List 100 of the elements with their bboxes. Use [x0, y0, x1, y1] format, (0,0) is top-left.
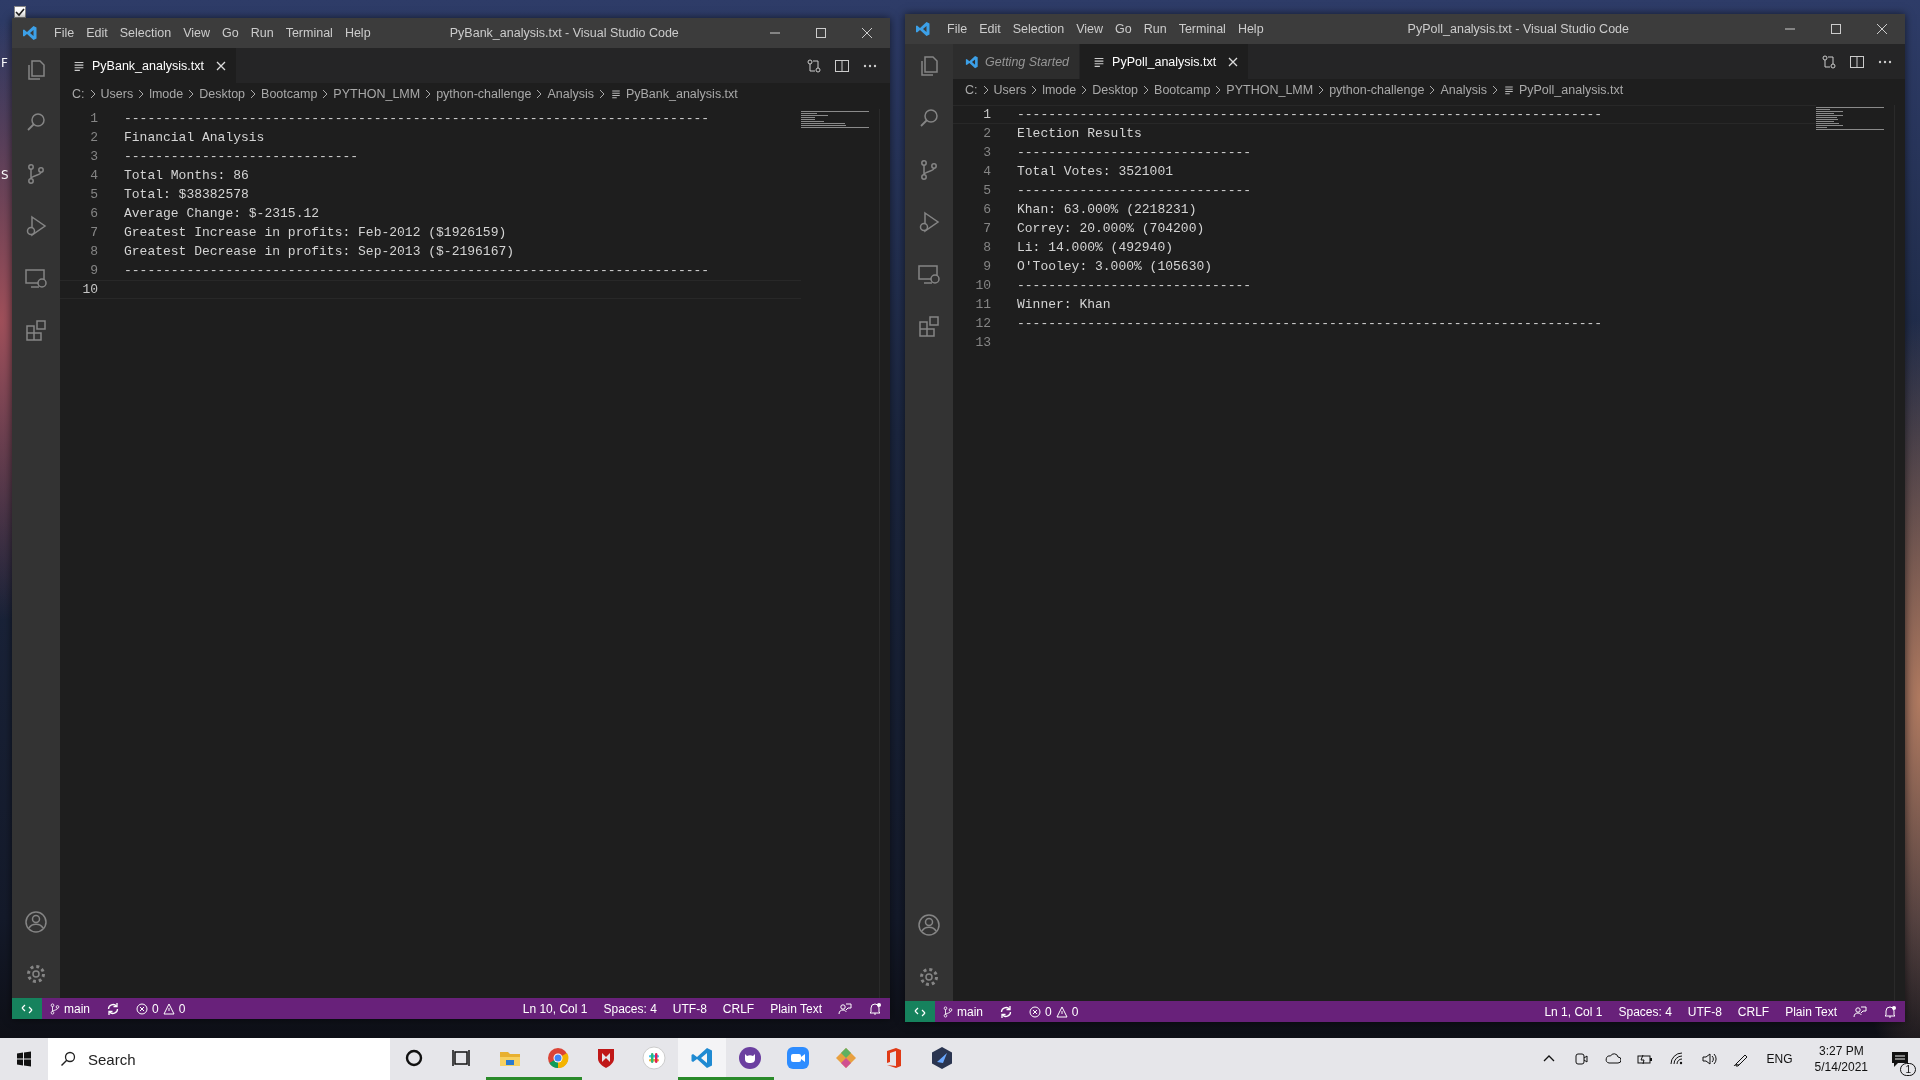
bell-icon[interactable]	[868, 1001, 882, 1016]
status-item[interactable]: CRLF	[1729, 1004, 1778, 1019]
code-line: ---------------------------------------------------------------------------	[124, 111, 710, 126]
status-item[interactable]: UTF-8	[1679, 1004, 1730, 1019]
window-title: PyPoll_analysis.txt - Visual Studio Code	[1407, 22, 1629, 36]
code-line: ------------------------------	[1017, 145, 1252, 160]
breadcrumb[interactable]: PYTHON_LMM	[1226, 83, 1314, 97]
extensions-icon[interactable]	[917, 314, 941, 338]
line-number: 7	[89, 225, 99, 240]
status-item[interactable]: Plain Text	[1777, 1004, 1845, 1019]
code-line: ---------------------------------------------------------------------------	[1017, 316, 1603, 331]
branch-button[interactable]: main	[935, 1004, 991, 1019]
editor-tab[interactable]: Getting Started	[953, 44, 1081, 79]
menu-item[interactable]: Edit	[80, 26, 114, 40]
start-icon[interactable]	[16, 1051, 32, 1067]
close-icon[interactable]	[215, 60, 226, 71]
close-icon[interactable]	[1228, 56, 1239, 67]
line-number: 6	[89, 206, 99, 221]
notifications-button[interactable]: 1	[1880, 1038, 1920, 1080]
code-line: Total: $38382578	[124, 187, 249, 202]
sync-icon[interactable]	[106, 1001, 120, 1016]
breadcrumb[interactable]: PYTHON_LMM	[333, 87, 421, 101]
feedback-icon[interactable]	[838, 1001, 852, 1016]
breadcrumb[interactable]: python-challenge	[436, 87, 532, 101]
monitor-icon[interactable]	[24, 266, 48, 290]
menu-item[interactable]: View	[177, 26, 216, 40]
code-line: Winner: Khan	[1017, 297, 1111, 312]
breadcrumb[interactable]: PyBank_analysis.txt	[625, 87, 738, 101]
sync-icon[interactable]	[999, 1004, 1013, 1019]
code-line: Li: 14.000% (492940)	[1017, 240, 1174, 255]
file-icon	[609, 88, 622, 100]
menu-item[interactable]: Help	[338, 26, 377, 40]
search-field[interactable]: Search	[48, 1038, 390, 1080]
status-item[interactable]: CRLF	[714, 1001, 763, 1016]
account-icon[interactable]	[917, 913, 941, 937]
compare-icon[interactable]	[1821, 53, 1837, 70]
problems-button[interactable]: 0 0	[1021, 1004, 1087, 1019]
volume-icon[interactable]	[1700, 1051, 1717, 1067]
breadcrumb[interactable]: C:	[965, 83, 978, 97]
menu-item[interactable]: Go	[216, 26, 245, 40]
run-debug-icon[interactable]	[917, 210, 941, 234]
split-editor-icon[interactable]	[1849, 53, 1865, 70]
code-line: Election Results	[1017, 126, 1142, 141]
breadcrumb[interactable]: Bootcamp	[1154, 83, 1211, 97]
split-editor-icon[interactable]	[834, 57, 850, 74]
status-item[interactable]: UTF-8	[664, 1001, 715, 1016]
breadcrumb[interactable]: python-challenge	[1329, 83, 1425, 97]
language-indicator[interactable]: ENG	[1766, 1052, 1793, 1066]
menu-item[interactable]: Terminal	[279, 26, 339, 40]
breadcrumb[interactable]: Bootcamp	[261, 87, 318, 101]
menu-item[interactable]: File	[941, 22, 974, 36]
breadcrumb[interactable]: Desktop	[199, 87, 246, 101]
remote-icon	[21, 1002, 33, 1015]
menu-item[interactable]: Selection	[1006, 22, 1071, 36]
breadcrumb[interactable]: C:	[72, 87, 85, 101]
status-item[interactable]: Ln 1, Col 1	[1536, 1004, 1611, 1019]
breadcrumb[interactable]: lmode	[149, 87, 184, 101]
status-item[interactable]: Spaces: 4	[1610, 1004, 1680, 1019]
bell-icon[interactable]	[1883, 1004, 1897, 1019]
breadcrumb[interactable]: PyPoll_analysis.txt	[1518, 83, 1624, 97]
compare-icon[interactable]	[806, 57, 822, 74]
breadcrumb[interactable]: Users	[100, 87, 134, 101]
editor-tab[interactable]: PyPoll_analysis.txt	[1080, 44, 1250, 79]
menu-item[interactable]: Help	[1231, 22, 1270, 36]
editor-tab[interactable]: PyBank_analysis.txt	[60, 48, 237, 83]
problems-button[interactable]: 0 0	[128, 1001, 194, 1016]
line-number: 11	[974, 297, 992, 312]
breadcrumb[interactable]: Desktop	[1092, 83, 1139, 97]
settings-icon[interactable]	[917, 965, 941, 989]
feedback-icon[interactable]	[1853, 1004, 1867, 1019]
diamond-icon	[834, 1045, 858, 1070]
branch-button[interactable]: main	[42, 1001, 98, 1016]
account-icon[interactable]	[24, 910, 48, 934]
menu-item[interactable]: Go	[1109, 22, 1138, 36]
breadcrumb[interactable]: Users	[993, 83, 1027, 97]
breadcrumb[interactable]: Analysis	[547, 87, 594, 101]
settings-icon[interactable]	[24, 962, 48, 986]
menu-item[interactable]: Terminal	[1172, 22, 1232, 36]
wifi-icon[interactable]	[1668, 1051, 1685, 1067]
extensions-icon[interactable]	[24, 318, 48, 342]
breadcrumb[interactable]: Analysis	[1440, 83, 1487, 97]
clock[interactable]: 3:27 PM 5/14/2021	[1814, 1043, 1868, 1075]
status-item[interactable]: Ln 10, Col 1	[514, 1001, 596, 1016]
line-number: 8	[89, 244, 99, 259]
breadcrumb[interactable]: lmode	[1042, 83, 1077, 97]
remote-button[interactable]	[12, 998, 42, 1019]
menu-item[interactable]: Run	[244, 26, 280, 40]
menu-item[interactable]: Run	[1137, 22, 1173, 36]
status-item[interactable]: Spaces: 4	[595, 1001, 665, 1016]
menu-item[interactable]: Edit	[973, 22, 1007, 36]
code-line: Correy: 20.000% (704200)	[1017, 221, 1205, 236]
menu-item[interactable]: Selection	[113, 26, 178, 40]
remote-button[interactable]	[905, 1001, 935, 1022]
cloud-icon[interactable]	[1604, 1051, 1621, 1067]
camera-icon[interactable]	[1572, 1051, 1589, 1067]
status-item[interactable]: Plain Text	[762, 1001, 830, 1016]
run-debug-icon[interactable]	[24, 214, 48, 238]
menu-item[interactable]: View	[1070, 22, 1109, 36]
monitor-icon[interactable]	[917, 262, 941, 286]
menu-item[interactable]: File	[48, 26, 81, 40]
